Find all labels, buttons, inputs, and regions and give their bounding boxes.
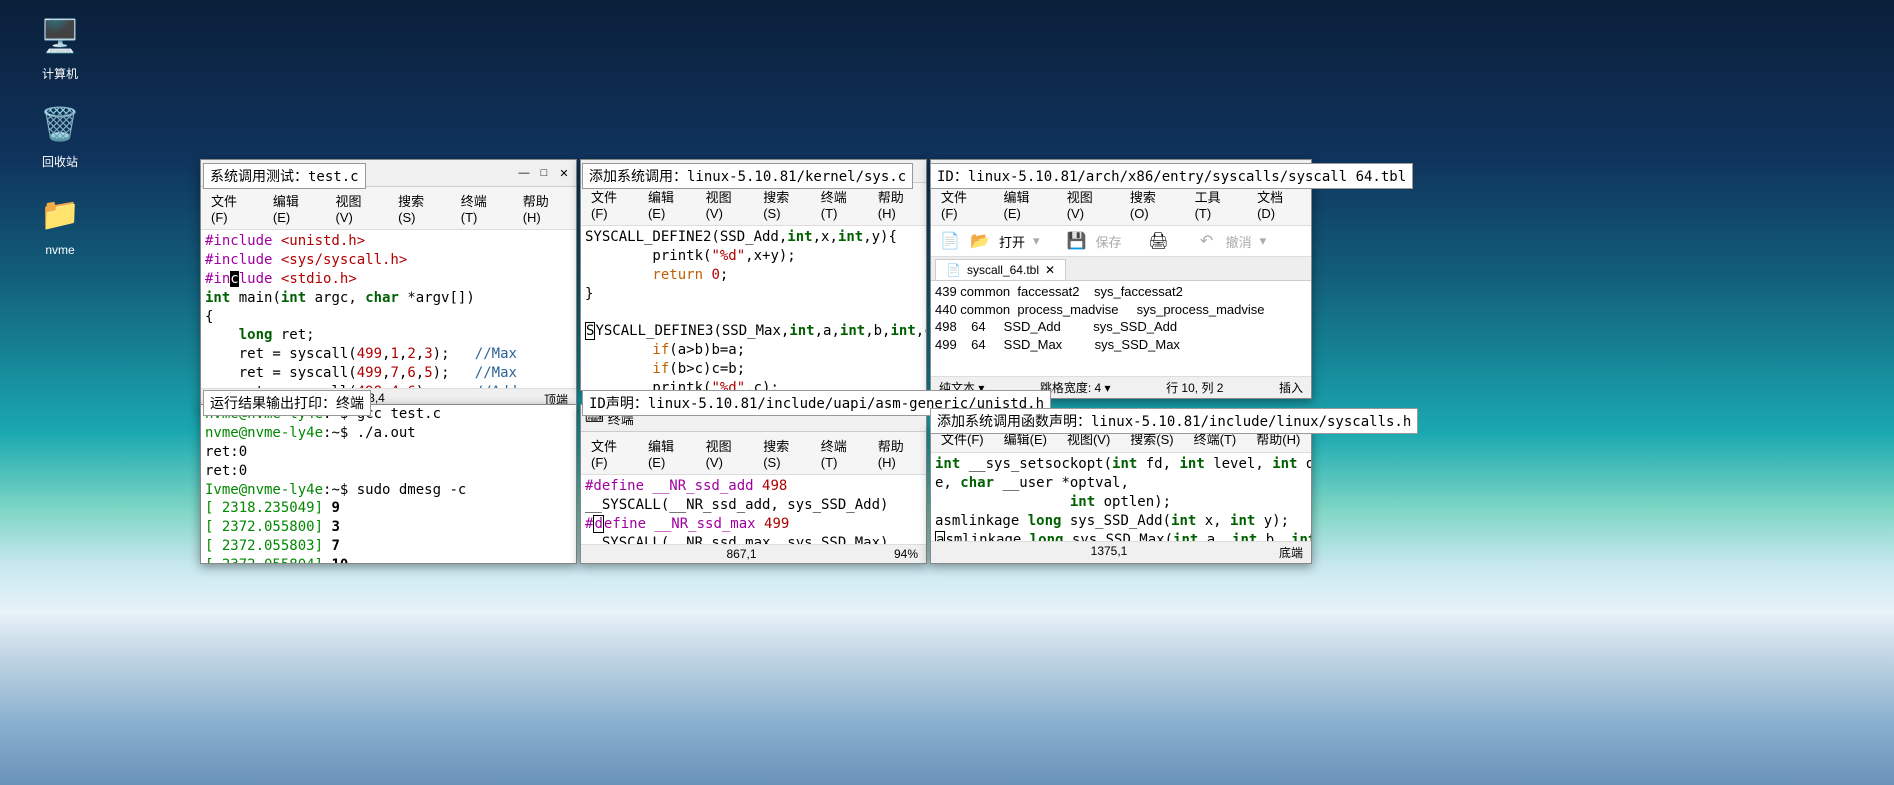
- label-testc: 系统调用测试：test.c: [203, 163, 366, 189]
- menu-search[interactable]: 搜索(S): [753, 185, 811, 223]
- desktop-icon-label: nvme: [20, 243, 100, 257]
- close-button[interactable]: ✕: [556, 165, 572, 181]
- window-syscallsh[interactable]: 文件(F) 编辑(E) 视图(V) 搜索(S) 终端(T) 帮助(H) int …: [930, 424, 1312, 564]
- menubar: 文件(F) 编辑(E) 视图(V) 搜索(O) 工具(T) 文档(D): [931, 183, 1311, 226]
- undo-icon: ↶: [1196, 230, 1218, 252]
- open-icon[interactable]: 📂: [969, 230, 991, 252]
- menu-edit[interactable]: 编辑(E): [263, 189, 326, 227]
- menubar: 文件(F) 编辑(E) 视图(V) 搜索(S) 终端(T) 帮助(H): [581, 432, 926, 475]
- window-unistd[interactable]: ⌨ 终端 文件(F) 编辑(E) 视图(V) 搜索(S) 终端(T) 帮助(H)…: [580, 404, 927, 564]
- minimize-button[interactable]: —: [516, 165, 532, 181]
- menu-edit[interactable]: 编辑(E): [638, 434, 696, 472]
- menu-search[interactable]: 搜索(S): [753, 434, 811, 472]
- statusbar: 867,1 94%: [581, 544, 926, 563]
- menu-search[interactable]: 搜索(O): [1120, 185, 1185, 223]
- trash-icon: 🗑️: [36, 100, 84, 148]
- terminal-area[interactable]: nvme@nvme-ly4e:~$ gcc test.c nvme@nvme-l…: [201, 405, 576, 563]
- code-area[interactable]: #define __NR_ssd_add 498 __SYSCALL(__NR_…: [581, 475, 926, 544]
- menu-view[interactable]: 视图(V): [696, 185, 754, 223]
- save-icon: 💾: [1066, 230, 1088, 252]
- menu-file[interactable]: 文件(F): [581, 185, 638, 223]
- label-term-output: 运行结果输出打印：终端: [203, 390, 371, 416]
- insert-mode: 插入: [1279, 379, 1303, 396]
- mode-indicator: 底端: [1279, 544, 1303, 561]
- close-tab-icon[interactable]: ✕: [1045, 263, 1055, 277]
- folder-icon: 📁: [36, 190, 84, 238]
- code-area[interactable]: 439 common faccessat2 sys_faccessat2 440…: [931, 281, 1311, 376]
- maximize-button[interactable]: □: [536, 165, 552, 181]
- code-area[interactable]: int __sys_setsockopt(int fd, int level, …: [931, 453, 1311, 541]
- desktop-icon-computer[interactable]: 🖥️ 计算机: [20, 12, 100, 82]
- menu-docs[interactable]: 文档(D): [1247, 185, 1311, 223]
- label-sysc: 添加系统调用：linux-5.10.81/kernel/sys.c: [582, 163, 913, 189]
- window-testc[interactable]: — □ ✕ 文件(F) 编辑(E) 视图(V) 搜索(S) 终端(T) 帮助(H…: [200, 159, 577, 411]
- menu-view[interactable]: 视图(V): [696, 434, 754, 472]
- save-button: 保存: [1096, 232, 1122, 251]
- desktop-icon-trash[interactable]: 🗑️ 回收站: [20, 100, 100, 170]
- menu-view[interactable]: 视图(V): [326, 189, 389, 227]
- label-syscallsh: 添加系统调用函数声明：linux-5.10.81/include/linux/s…: [930, 408, 1418, 434]
- new-icon[interactable]: 📄: [939, 230, 961, 252]
- desktop-icon-label: 回收站: [20, 153, 100, 170]
- menubar: 文件(F) 编辑(E) 视图(V) 搜索(S) 终端(T) 帮助(H): [581, 183, 926, 226]
- menu-edit[interactable]: 编辑(E): [993, 185, 1056, 223]
- menu-help[interactable]: 帮助(H): [868, 434, 926, 472]
- menu-search[interactable]: 搜索(S): [388, 189, 451, 227]
- tabbar: 📄 syscall_64.tbl ✕: [931, 257, 1311, 281]
- menu-tools[interactable]: 工具(T): [1185, 185, 1247, 223]
- code-area[interactable]: SYSCALL_DEFINE2(SSD_Add,int,x,int,y){ pr…: [581, 226, 926, 390]
- tab-label: syscall_64.tbl: [967, 263, 1039, 277]
- window-gedit[interactable]: 文件(F) 编辑(E) 视图(V) 搜索(O) 工具(T) 文档(D) 📄 📂 …: [930, 159, 1312, 399]
- undo-button: 撤消: [1226, 232, 1252, 251]
- window-sysc[interactable]: 文件(F) 编辑(E) 视图(V) 搜索(S) 终端(T) 帮助(H) SYSC…: [580, 159, 927, 391]
- menu-help[interactable]: 帮助(H): [868, 185, 926, 223]
- cursor-pos: 行 10, 列 2: [1166, 379, 1223, 396]
- desktop-icon-label: 计算机: [20, 65, 100, 82]
- computer-icon: 🖥️: [36, 12, 84, 60]
- cursor-pos: 867,1: [726, 547, 756, 561]
- print-icon[interactable]: 🖨: [1148, 230, 1170, 252]
- scroll-pct: 94%: [894, 547, 918, 561]
- menubar: 文件(F) 编辑(E) 视图(V) 搜索(S) 终端(T) 帮助(H): [201, 187, 576, 230]
- file-icon: 📄: [946, 263, 961, 277]
- toolbar: 📄 📂 打开▾ 💾 保存 🖨 ↶ 撤消▾: [931, 226, 1311, 257]
- label-syscall-tbl: ID：linux-5.10.81/arch/x86/entry/syscalls…: [930, 163, 1413, 189]
- menu-view[interactable]: 视图(V): [1057, 185, 1120, 223]
- open-button[interactable]: 打开: [999, 232, 1025, 251]
- menu-help[interactable]: 帮助(H): [513, 189, 576, 227]
- menu-file[interactable]: 文件(F): [931, 185, 993, 223]
- code-area[interactable]: #include <unistd.h> #include <sys/syscal…: [201, 230, 576, 388]
- menu-terminal[interactable]: 终端(T): [451, 189, 513, 227]
- menu-file[interactable]: 文件(F): [581, 434, 638, 472]
- menu-file[interactable]: 文件(F): [201, 189, 263, 227]
- tab-syscall64[interactable]: 📄 syscall_64.tbl ✕: [935, 259, 1066, 280]
- menu-terminal[interactable]: 终端(T): [811, 185, 868, 223]
- menu-terminal[interactable]: 终端(T): [811, 434, 868, 472]
- statusbar: 1375,1 底端: [931, 541, 1311, 563]
- cursor-pos: 1375,1: [1091, 544, 1128, 561]
- menu-edit[interactable]: 编辑(E): [638, 185, 696, 223]
- window-terminal[interactable]: nvme@nvme-ly4e:~$ gcc test.c nvme@nvme-l…: [200, 404, 577, 564]
- desktop-icon-folder[interactable]: 📁 nvme: [20, 190, 100, 257]
